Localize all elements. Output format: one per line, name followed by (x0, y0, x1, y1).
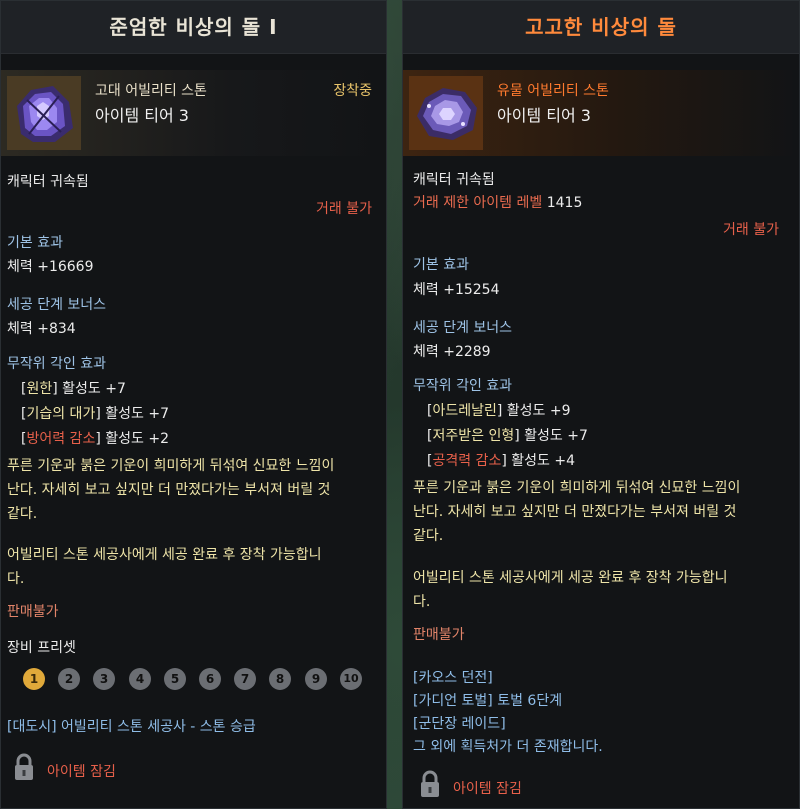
ability-stone-icon (409, 76, 483, 150)
bound-text: 캐릭터 귀속됨 (7, 174, 89, 190)
item-title: 준엄한 비상의 돌 I (1, 1, 386, 54)
engraving-name: 원한 (26, 381, 53, 397)
tooltip-equipped-stone: 준엄한 비상의 돌 I 고대 어빌리티 스톤 아이템 티어 3 장착중 캐릭터 … (0, 0, 387, 809)
base-effect-label: 기본 효과 (413, 257, 469, 273)
bonus-value: 체력 +834 (7, 321, 76, 337)
preset-button-1[interactable]: 1 (23, 668, 45, 690)
trade-limit: 거래 제한 아이템 레벨 1415 (413, 195, 583, 211)
tooltip-compare-stone: 고고한 비상의 돌 유물 어빌리티 스톤 아이템 티어 3 캐릭터 귀속됨 거래… (402, 0, 800, 809)
item-lock-text: 아이템 잠김 (453, 781, 522, 797)
preset-label: 장비 프리셋 (7, 640, 76, 656)
engraving-name: 방어력 감소 (26, 431, 96, 447)
base-effect-label: 기본 효과 (7, 235, 63, 251)
acquisition-source-2: [가디언 토벌] 토벌 6단계 (413, 693, 563, 709)
preset-button-7[interactable]: 7 (234, 668, 256, 690)
acquisition-source-more: 그 외에 획득처가 더 존재합니다. (413, 739, 603, 755)
engraving-row-negative: [공격력 감소] 활성도 +4 (427, 453, 575, 469)
preset-button-6[interactable]: 6 (199, 668, 221, 690)
engraving-name: 아드레날린 (432, 403, 497, 419)
engraving-effect: 활성도 +2 (100, 431, 169, 447)
acquisition-source-1: [카오스 던전] (413, 670, 493, 686)
sell-status: 판매불가 (413, 627, 465, 643)
bonus-value: 체력 +2289 (413, 344, 491, 360)
bonus-label: 세공 단계 보너스 (7, 297, 107, 313)
preset-button-8[interactable]: 8 (269, 668, 291, 690)
preset-button-9[interactable]: 9 (305, 668, 327, 690)
ability-stone-icon (7, 76, 81, 150)
lock-icon (13, 753, 35, 781)
base-effect-value: 체력 +15254 (413, 282, 500, 298)
item-header: 고대 어빌리티 스톤 아이템 티어 3 장착중 (1, 70, 386, 156)
item-lock-text: 아이템 잠김 (47, 764, 116, 780)
preset-button-10[interactable]: 10 (340, 668, 362, 690)
sell-status: 판매불가 (7, 604, 59, 620)
acquisition-source: [대도시] 어빌리티 스톤 세공사 - 스톤 승급 (7, 719, 256, 735)
engraving-name: 기습의 대가 (26, 406, 96, 422)
engraving-row-negative: [방어력 감소] 활성도 +2 (21, 431, 169, 447)
engraving-effect: 활성도 +7 (519, 428, 588, 444)
engraving-row: [원한] 활성도 +7 (21, 381, 126, 397)
equip-note: 어빌리티 스톤 세공사에게 세공 완료 후 장착 가능합니 다. (413, 570, 728, 610)
item-grade: 유물 어빌리티 스톤 (497, 83, 609, 99)
lock-icon (419, 770, 441, 798)
equip-note: 어빌리티 스톤 세공사에게 세공 완료 후 장착 가능합니 다. (7, 547, 322, 587)
acquisition-source-3: [군단장 레이드] (413, 716, 506, 732)
flavor-text: 푸른 기운과 붉은 기운이 희미하게 뒤섞여 신묘한 느낌이 난다. 자세히 보… (413, 480, 741, 544)
engraving-effect: 활성도 +4 (506, 453, 575, 469)
preset-button-3[interactable]: 3 (93, 668, 115, 690)
preset-button-4[interactable]: 4 (129, 668, 151, 690)
item-tier: 아이템 티어 3 (95, 106, 189, 125)
item-grade: 고대 어빌리티 스톤 (95, 83, 207, 99)
engraving-effect: 활성도 +9 (502, 403, 571, 419)
preset-button-5[interactable]: 5 (164, 668, 186, 690)
item-header: 유물 어빌리티 스톤 아이템 티어 3 (403, 70, 799, 156)
trade-status: 거래 불가 (316, 201, 372, 217)
engraving-effect: 활성도 +7 (57, 381, 126, 397)
bound-text: 캐릭터 귀속됨 (413, 172, 495, 188)
engraving-row: [아드레날린] 활성도 +9 (427, 403, 571, 419)
trade-status: 거래 불가 (723, 222, 779, 238)
engrave-label: 무작위 각인 효과 (7, 356, 107, 372)
engrave-label: 무작위 각인 효과 (413, 378, 513, 394)
engraving-row: [기습의 대가] 활성도 +7 (21, 406, 169, 422)
equipped-badge: 장착중 (333, 83, 372, 99)
engraving-name: 저주받은 인형 (432, 428, 515, 444)
preset-button-2[interactable]: 2 (58, 668, 80, 690)
base-effect-value: 체력 +16669 (7, 259, 94, 275)
engraving-effect: 활성도 +7 (100, 406, 169, 422)
engraving-name: 공격력 감소 (432, 453, 502, 469)
item-title: 고고한 비상의 돌 (403, 1, 799, 54)
flavor-text: 푸른 기운과 붉은 기운이 희미하게 뒤섞여 신묘한 느낌이 난다. 자세히 보… (7, 458, 335, 522)
item-tier: 아이템 티어 3 (497, 106, 591, 125)
engraving-row: [저주받은 인형] 활성도 +7 (427, 428, 588, 444)
bonus-label: 세공 단계 보너스 (413, 320, 513, 336)
